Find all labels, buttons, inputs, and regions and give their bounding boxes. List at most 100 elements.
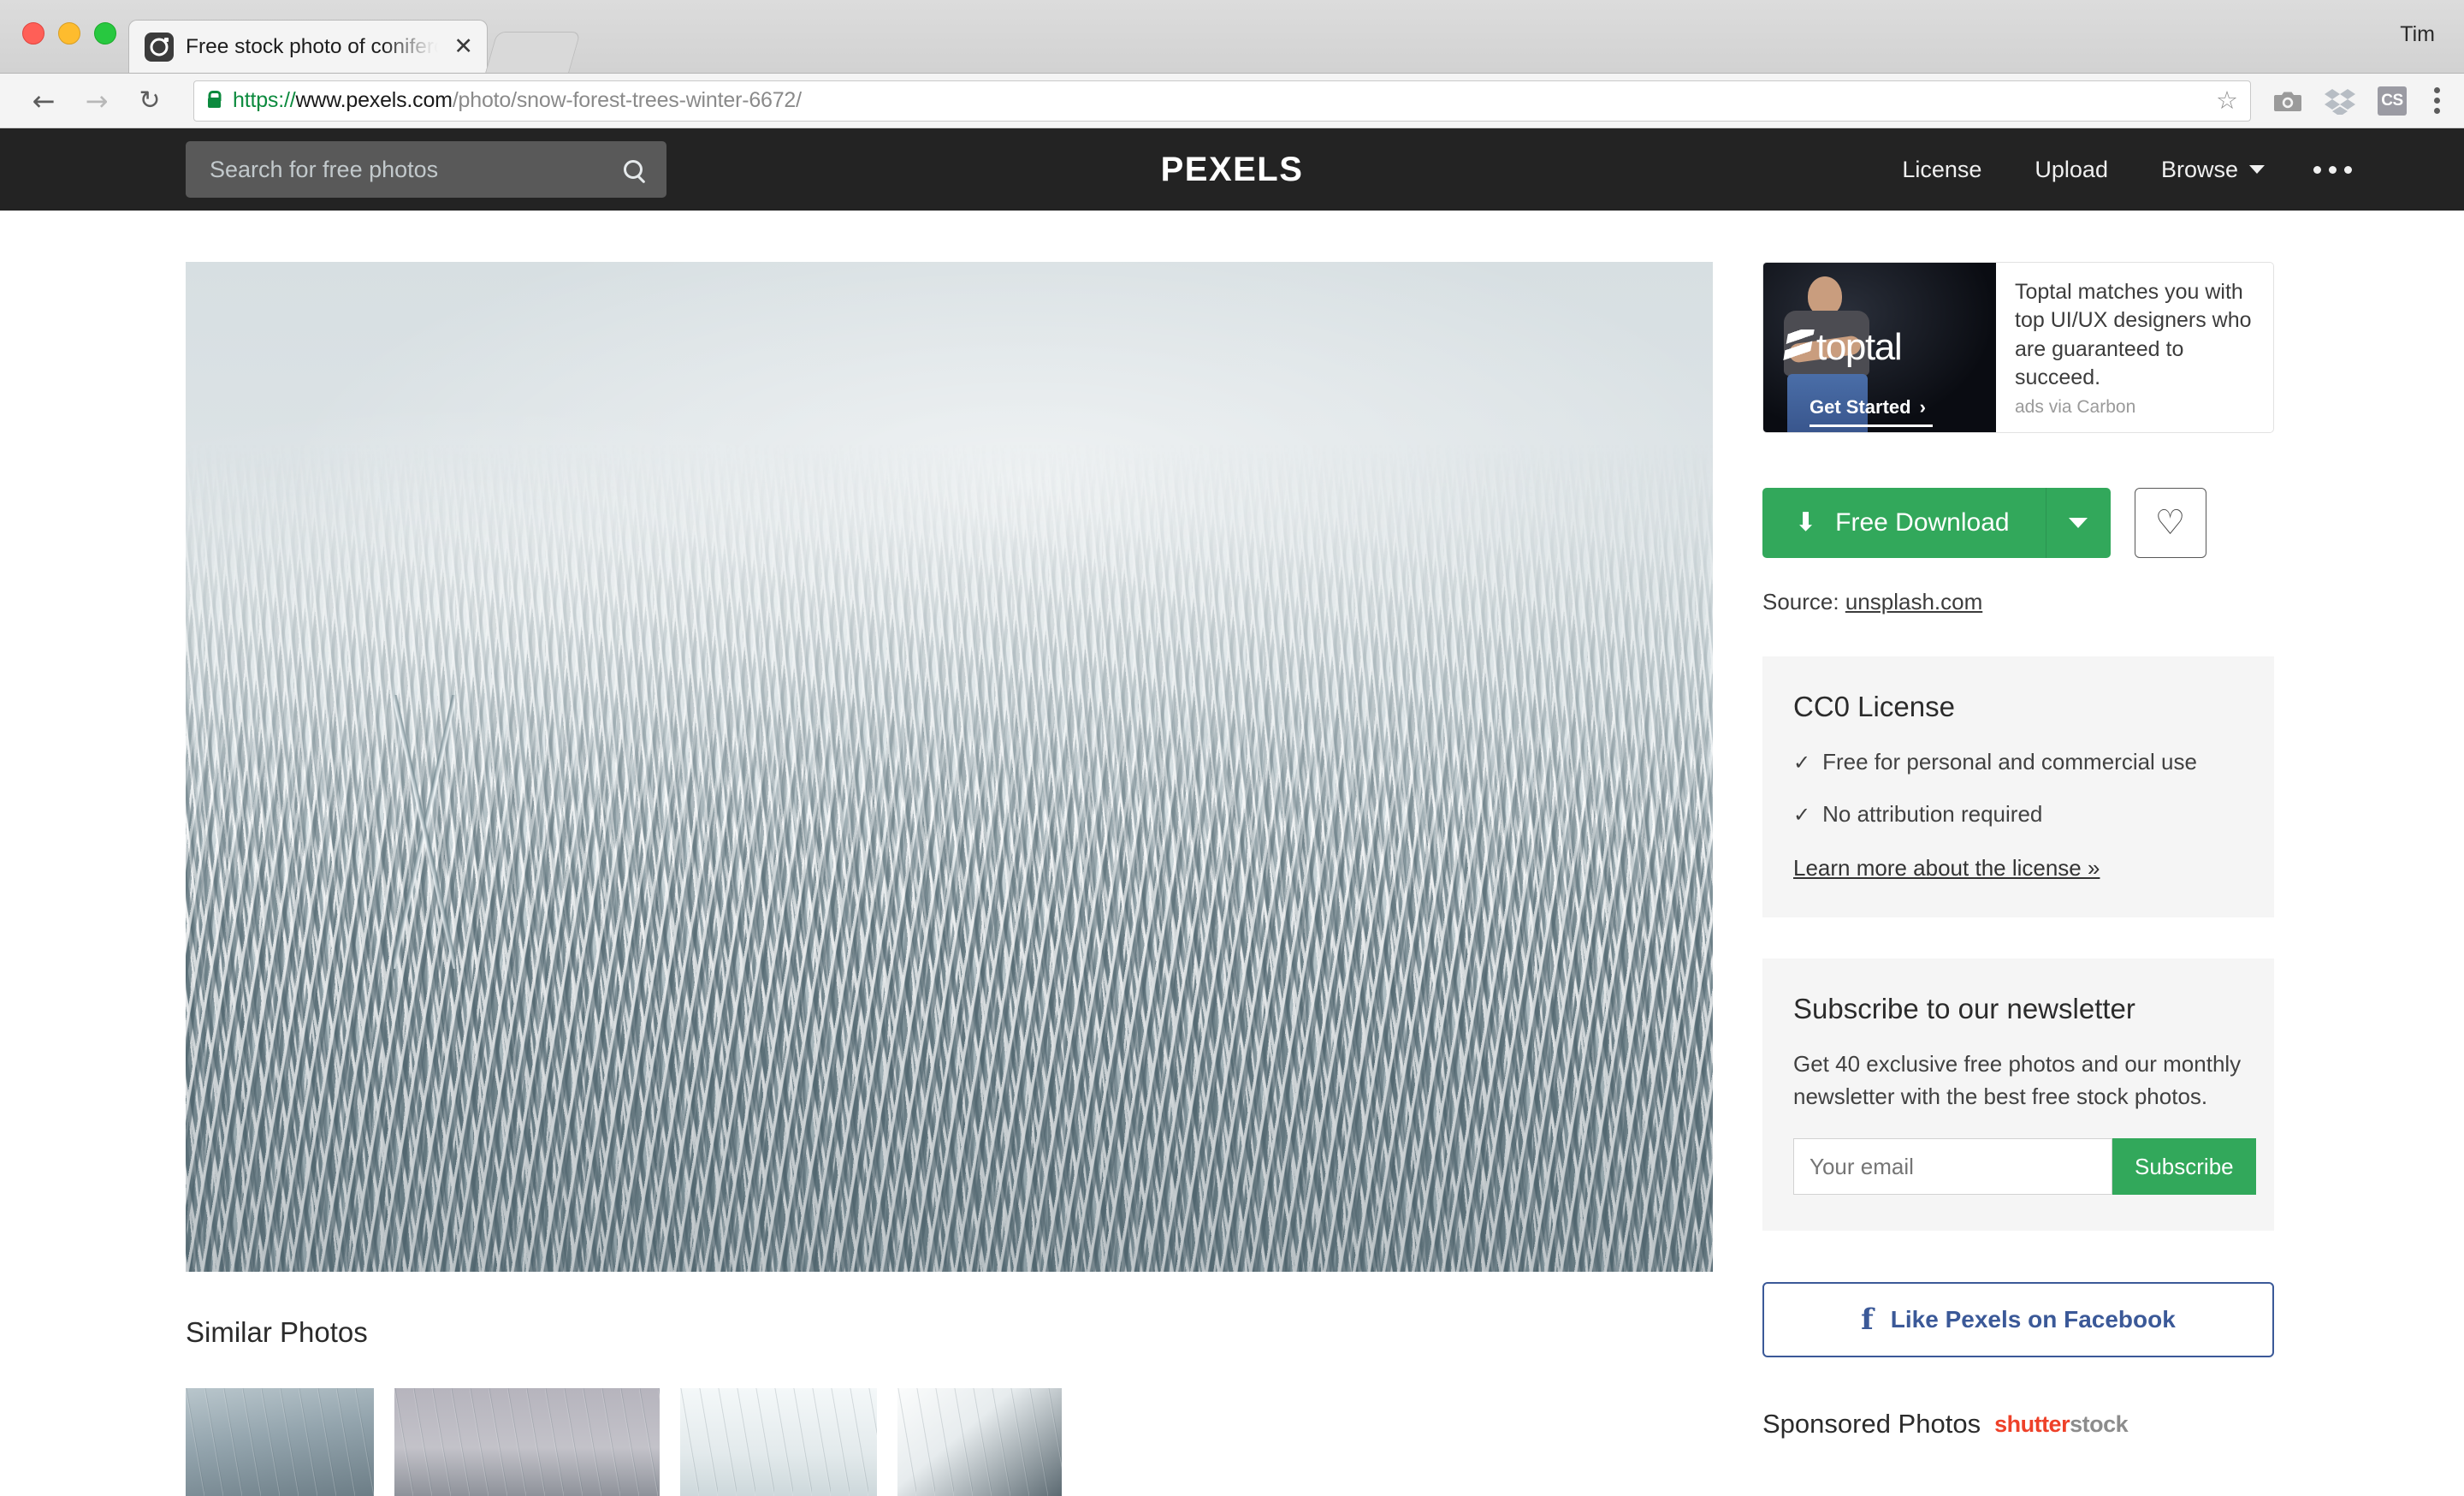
cs-extension-icon[interactable]: CS xyxy=(2378,86,2407,116)
bookmark-star-icon[interactable]: ☆ xyxy=(2216,88,2238,113)
source-prefix: Source: xyxy=(1762,589,1845,614)
url-host: www.pexels.com xyxy=(295,88,453,112)
browser-tab-active[interactable]: Free stock photo of coniferous ✕ xyxy=(128,20,488,73)
maximize-window-button[interactable] xyxy=(94,22,116,45)
source-link[interactable]: unsplash.com xyxy=(1845,589,1982,614)
check-icon: ✓ xyxy=(1793,751,1811,775)
license-card: CC0 License ✓ Free for personal and comm… xyxy=(1762,656,2274,917)
nav-label: Upload xyxy=(2035,156,2108,182)
newsletter-body: Get 40 exclusive free photos and our mon… xyxy=(1793,1051,2242,1110)
header-nav: License Upload Browse xyxy=(1875,157,2374,183)
close-window-button[interactable] xyxy=(22,22,44,45)
facebook-label: Like Pexels on Facebook xyxy=(1890,1306,2176,1333)
subscribe-button[interactable]: Subscribe xyxy=(2112,1138,2256,1196)
nav-item-license[interactable]: License xyxy=(1875,157,2008,183)
nav-item-upload[interactable]: Upload xyxy=(2008,157,2135,183)
similar-photo-thumbnail[interactable] xyxy=(680,1388,877,1496)
newsletter-card: Subscribe to our newsletter Get 40 exclu… xyxy=(1762,959,2274,1232)
learn-more-license-link[interactable]: Learn more about the license » xyxy=(1793,855,2100,882)
similar-photos-list xyxy=(186,1388,1713,1496)
similar-photo-thumbnail[interactable] xyxy=(186,1388,374,1496)
browser-window: Free stock photo of coniferous ✕ Tim ← →… xyxy=(0,0,2464,1496)
sponsored-photos-heading: Sponsored Photos shutter stock xyxy=(1762,1409,2274,1440)
shutterstock-logo[interactable]: shutter stock xyxy=(1994,1410,2129,1438)
toptal-wordmark: toptal xyxy=(1816,326,1903,368)
page-content: Similar Photos toptal Get Started › Topt… xyxy=(0,211,2464,1496)
free-download-button[interactable]: ⬇ Free Download xyxy=(1762,488,2111,558)
license-bullet: ✓ Free for personal and commercial use xyxy=(1793,749,2243,775)
download-label: Free Download xyxy=(1835,508,2010,537)
sponsored-label: Sponsored Photos xyxy=(1762,1409,1981,1440)
nav-item-browse[interactable]: Browse xyxy=(2135,157,2291,183)
similar-photo-thumbnail[interactable] xyxy=(897,1388,1062,1496)
window-titlebar: Free stock photo of coniferous ✕ Tim xyxy=(0,0,2464,74)
dropbox-icon[interactable] xyxy=(2325,87,2355,115)
check-icon: ✓ xyxy=(1793,803,1811,827)
ad-text: Toptal matches you with top UI/UX design… xyxy=(2015,280,2252,389)
search-icon[interactable] xyxy=(624,160,643,179)
sidebar: toptal Get Started › Toptal matches you … xyxy=(1762,262,2274,1440)
search-placeholder: Search for free photos xyxy=(210,156,439,182)
lock-icon xyxy=(208,97,221,108)
license-bullet-text: Free for personal and commercial use xyxy=(1822,749,2197,775)
carbon-ad[interactable]: toptal Get Started › Toptal matches you … xyxy=(1762,262,2274,433)
chevron-down-icon xyxy=(2249,165,2265,174)
toptal-logo: toptal xyxy=(1782,326,1903,369)
license-title: CC0 License xyxy=(1793,691,1955,722)
tab-strip: Free stock photo of coniferous ✕ xyxy=(128,20,581,73)
shutterstock-logo-part-a: shutter xyxy=(1994,1410,2070,1437)
license-bullet: ✓ No attribution required xyxy=(1793,801,2243,828)
new-tab-button[interactable] xyxy=(485,32,581,73)
nav-label: License xyxy=(1902,156,1982,182)
photo-hero[interactable] xyxy=(186,262,1713,1272)
reload-button[interactable]: ↻ xyxy=(125,76,175,126)
ad-cta[interactable]: Get Started › xyxy=(1810,396,1933,427)
toptal-mark-icon xyxy=(1782,329,1815,365)
similar-photo-thumbnail[interactable] xyxy=(394,1388,660,1496)
nav-more-menu-icon[interactable] xyxy=(2291,165,2374,174)
newsletter-title: Subscribe to our newsletter xyxy=(1793,993,2135,1024)
favorite-button[interactable]: ♡ xyxy=(2134,488,2206,558)
download-main-action[interactable]: ⬇ Free Download xyxy=(1762,488,2046,558)
chevron-down-icon xyxy=(2069,518,2088,528)
url-scheme: https:// xyxy=(233,88,296,112)
url-path: /photo/snow-forest-trees-winter-6672/ xyxy=(452,88,802,112)
browser-toolbar: ← → ↻ https://www.pexels.com/photo/snow-… xyxy=(0,74,2464,128)
photo-shade-overlay xyxy=(186,817,1713,1272)
kebab-menu-icon[interactable] xyxy=(2429,87,2445,114)
similar-photos-heading: Similar Photos xyxy=(186,1316,368,1348)
extensions-area: CS xyxy=(2266,86,2445,116)
ad-image: toptal Get Started › xyxy=(1763,263,1996,432)
ad-cta-label: Get Started xyxy=(1810,396,1911,418)
heart-icon: ♡ xyxy=(2154,503,2186,543)
download-arrow-icon: ⬇ xyxy=(1795,508,1817,537)
source-line: Source: unsplash.com xyxy=(1762,589,2274,615)
main-column: Similar Photos xyxy=(186,262,1713,1496)
ad-attribution: ads via Carbon xyxy=(2015,397,2136,417)
camera-icon xyxy=(145,32,174,62)
download-row: ⬇ Free Download ♡ xyxy=(1762,488,2274,558)
url-text: https://www.pexels.com/photo/snow-forest… xyxy=(233,88,802,113)
email-field[interactable] xyxy=(1793,1138,2112,1196)
window-controls[interactable] xyxy=(22,22,116,45)
user-label: Tim xyxy=(2400,22,2435,46)
forward-button[interactable]: → xyxy=(72,76,121,126)
download-size-dropdown[interactable] xyxy=(2045,488,2111,558)
back-button[interactable]: ← xyxy=(19,76,68,126)
minimize-window-button[interactable] xyxy=(58,22,80,45)
site-header: Search for free photos PEXELS License Up… xyxy=(0,128,2464,211)
newsletter-form: Subscribe xyxy=(1793,1138,2256,1196)
ad-body: Toptal matches you with top UI/UX design… xyxy=(1996,263,2273,432)
nav-label: Browse xyxy=(2160,156,2238,182)
camera-extension-icon[interactable] xyxy=(2273,89,2302,113)
tab-title: Free stock photo of coniferous xyxy=(186,34,438,58)
shutterstock-logo-part-b: stock xyxy=(2070,1410,2129,1437)
search-input[interactable]: Search for free photos xyxy=(186,141,666,198)
facebook-like-button[interactable]: f Like Pexels on Facebook xyxy=(1762,1282,2274,1358)
facebook-icon: f xyxy=(1861,1303,1874,1338)
chevron-right-icon: › xyxy=(1919,396,1926,418)
address-bar[interactable]: https://www.pexels.com/photo/snow-forest… xyxy=(193,80,2251,122)
pexels-logo[interactable]: PEXELS xyxy=(1161,151,1304,189)
close-icon[interactable]: ✕ xyxy=(450,35,473,58)
license-bullet-text: No attribution required xyxy=(1822,801,2043,827)
